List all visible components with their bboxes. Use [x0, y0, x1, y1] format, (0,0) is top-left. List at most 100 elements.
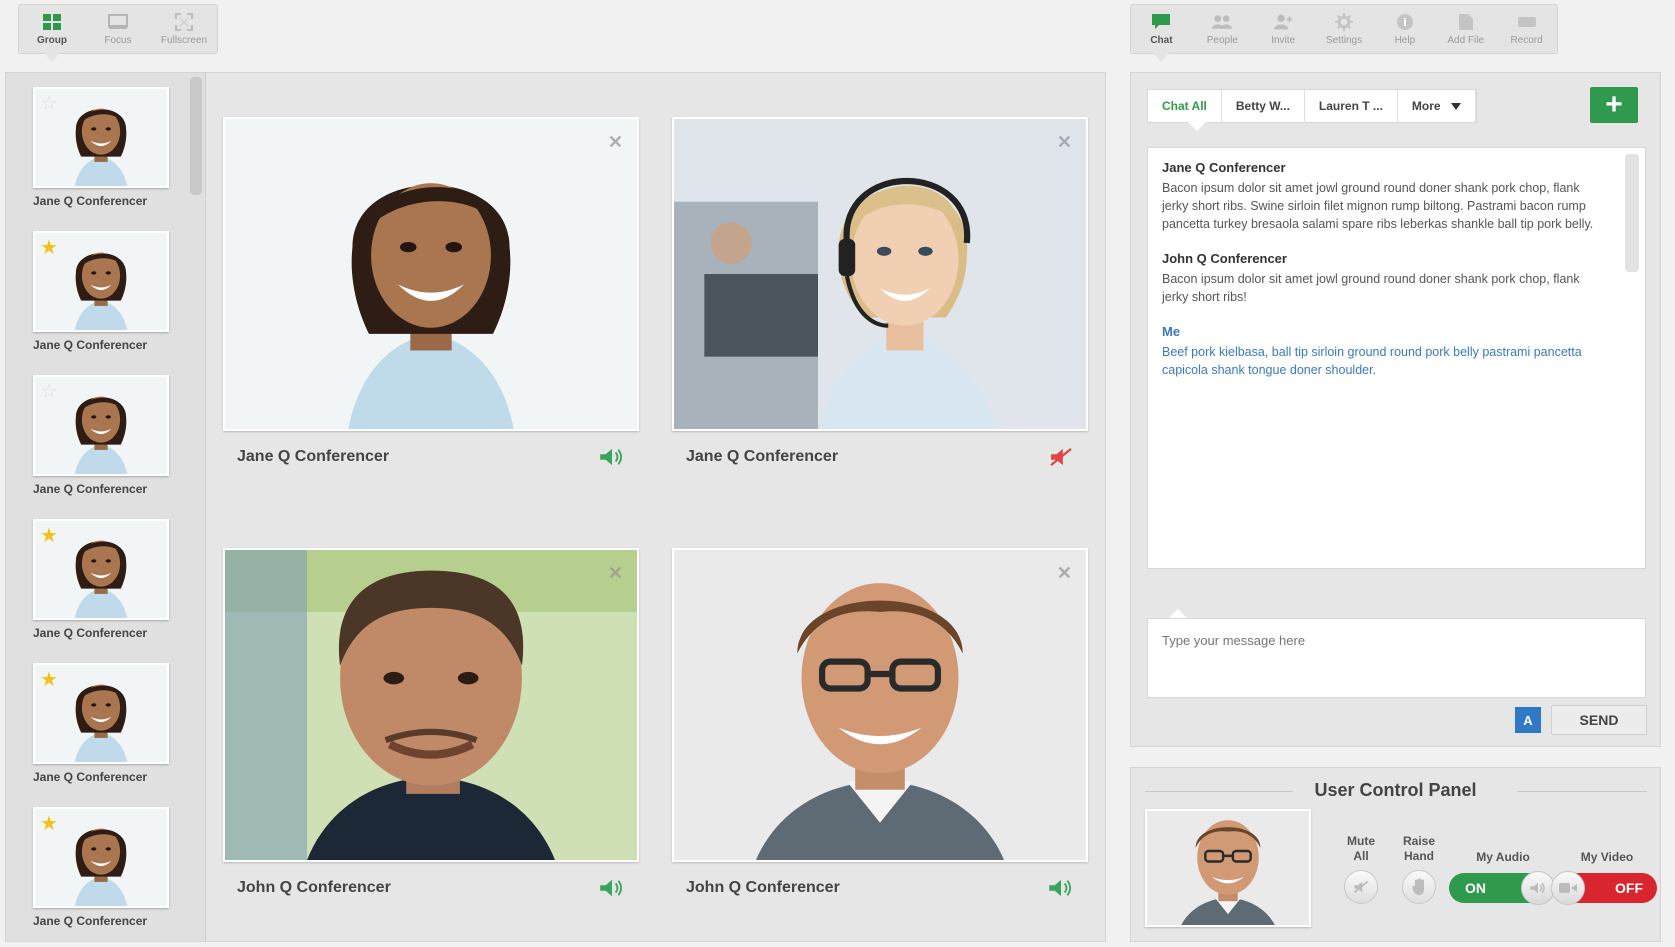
raise-hand-label-line: Hand	[1404, 849, 1434, 863]
thumbnail-video[interactable]: ★	[33, 807, 169, 908]
self-video-preview[interactable]	[1145, 809, 1311, 927]
video-area: ☆ Jane Q Conferencer ★ Jane Q Conference…	[5, 72, 1106, 942]
star-icon[interactable]: ★	[40, 526, 58, 546]
chat-button[interactable]: Chat	[1131, 5, 1192, 62]
help-label: Help	[1394, 34, 1416, 46]
raise-hand-label: Raise Hand	[1393, 834, 1445, 864]
my-audio-toggle[interactable]: ON	[1449, 871, 1555, 905]
video-tile[interactable]: ✕ Jane Q Conferencer	[223, 117, 639, 483]
thumbnail-video[interactable]: ★	[33, 231, 169, 332]
thumbnail-video[interactable]: ☆	[33, 375, 169, 476]
thumbnail-item[interactable]: ★ Jane Q Conferencer	[33, 231, 175, 352]
my-audio-state: ON	[1465, 880, 1486, 896]
chat-scrollbar[interactable]	[1625, 154, 1639, 272]
focus-icon	[107, 13, 129, 31]
people-button[interactable]: People	[1192, 5, 1253, 53]
message-author: Jane Q Conferencer	[1162, 160, 1286, 175]
record-label: Record	[1510, 34, 1543, 46]
mute-all-label: Mute All	[1335, 834, 1387, 864]
gear-icon	[1333, 12, 1355, 31]
video-camera-icon[interactable]	[1551, 871, 1585, 905]
hand-icon	[1412, 878, 1424, 895]
thumbnail-video[interactable]: ☆	[33, 87, 169, 188]
my-video-control: My Video OFF	[1551, 850, 1661, 905]
file-icon	[1455, 13, 1477, 31]
thumbnail-item[interactable]: ☆ Jane Q Conferencer	[33, 375, 175, 496]
message-input[interactable]	[1147, 618, 1646, 698]
tab-chat-all[interactable]: Chat All	[1148, 90, 1222, 122]
record-button[interactable]: Record	[1496, 5, 1557, 53]
fullscreen-label: Fullscreen	[160, 34, 208, 46]
fullscreen-icon	[173, 12, 195, 31]
close-icon[interactable]: ✕	[1057, 133, 1072, 151]
active-tab-caret	[1188, 122, 1206, 131]
participant-name: John Q Conferencer	[686, 879, 840, 896]
mute-all-button[interactable]	[1344, 870, 1378, 904]
settings-button[interactable]: Settings	[1314, 5, 1375, 53]
video-feed[interactable]: ✕	[672, 117, 1088, 431]
thumbnail-item[interactable]: ★ Jane Q Conferencer	[33, 663, 175, 784]
focus-view-label: Focus	[104, 34, 132, 46]
star-icon[interactable]: ☆	[40, 94, 58, 114]
close-icon[interactable]: ✕	[1057, 564, 1072, 582]
thumbnail-item[interactable]: ★ Jane Q Conferencer	[33, 807, 175, 928]
message-text: Bacon ipsum dolor sit amet jowl ground r…	[1162, 272, 1580, 304]
thumbnail-scrollbar[interactable]	[190, 77, 202, 939]
thumbnail-name: Jane Q Conferencer	[33, 338, 148, 352]
mute-all-control: Mute All	[1335, 834, 1387, 904]
fullscreen-button[interactable]: Fullscreen	[151, 5, 217, 53]
star-icon[interactable]: ★	[40, 814, 58, 834]
video-feed[interactable]: ✕	[672, 548, 1088, 862]
my-audio-control: My Audio ON	[1449, 850, 1557, 905]
my-audio-label: My Audio	[1476, 850, 1530, 864]
speaker-icon[interactable]	[1521, 871, 1555, 905]
thumbnail-name: Jane Q Conferencer	[33, 770, 148, 784]
record-icon	[1516, 13, 1538, 31]
thumbnail-item[interactable]: ☆ Jane Q Conferencer	[33, 87, 175, 208]
video-tile[interactable]: ✕ Jane Q Conferencer	[672, 117, 1088, 483]
video-feed[interactable]: ✕	[223, 548, 639, 862]
message-text: Bacon ipsum dolor sit amet jowl ground r…	[1162, 181, 1594, 231]
speaker-icon[interactable]	[597, 446, 627, 468]
add-file-button[interactable]: Add File	[1435, 5, 1496, 53]
invite-button[interactable]: Invite	[1253, 5, 1314, 53]
help-button[interactable]: i Help	[1374, 5, 1435, 53]
tab-more[interactable]: More	[1398, 90, 1476, 122]
raise-hand-button[interactable]	[1402, 870, 1436, 904]
tile-footer: Jane Q Conferencer	[672, 431, 1088, 483]
tab-betty[interactable]: Betty W...	[1222, 90, 1305, 122]
raise-hand-label-line: Raise	[1402, 834, 1436, 848]
video-tile[interactable]: ✕ John Q Conferencer	[672, 548, 1088, 914]
group-view-button[interactable]: Group	[19, 5, 85, 62]
thumbnail-name: Jane Q Conferencer	[33, 914, 148, 928]
scrollbar-thumb[interactable]	[190, 77, 202, 195]
invite-label: Invite	[1271, 34, 1296, 46]
close-icon[interactable]: ✕	[608, 133, 623, 151]
star-icon[interactable]: ★	[40, 238, 58, 258]
tab-more-label: More	[1411, 99, 1441, 113]
speaker-icon[interactable]	[597, 877, 627, 899]
close-icon[interactable]: ✕	[608, 564, 623, 582]
tile-footer: John Q Conferencer	[672, 862, 1088, 914]
speaker-icon[interactable]	[1046, 877, 1076, 899]
chevron-down-icon	[1450, 102, 1461, 110]
text-format-button[interactable]: A	[1515, 707, 1541, 733]
video-tile[interactable]: ✕ John Q Conferencer	[223, 548, 639, 914]
tab-lauren[interactable]: Lauren T ...	[1305, 90, 1398, 122]
speaker-muted-icon[interactable]	[1046, 446, 1076, 468]
add-chat-button[interactable]: +	[1590, 87, 1638, 123]
thumbnail-video[interactable]: ★	[33, 519, 169, 620]
thumbnail-video[interactable]: ★	[33, 663, 169, 764]
chat-log: Jane Q Conferencer Bacon ipsum dolor sit…	[1147, 147, 1646, 569]
send-button[interactable]: SEND	[1551, 705, 1647, 735]
star-icon[interactable]: ★	[40, 670, 58, 690]
message-author: Me	[1162, 324, 1181, 339]
video-feed[interactable]: ✕	[223, 117, 639, 431]
svg-text:i: i	[1403, 16, 1407, 29]
my-video-toggle[interactable]: OFF	[1551, 871, 1657, 905]
focus-view-button[interactable]: Focus	[85, 5, 151, 53]
star-icon[interactable]: ☆	[40, 382, 58, 402]
add-file-label: Add File	[1447, 34, 1485, 46]
thumbnail-item[interactable]: ★ Jane Q Conferencer	[33, 519, 175, 640]
my-video-label: My Video	[1580, 850, 1634, 864]
